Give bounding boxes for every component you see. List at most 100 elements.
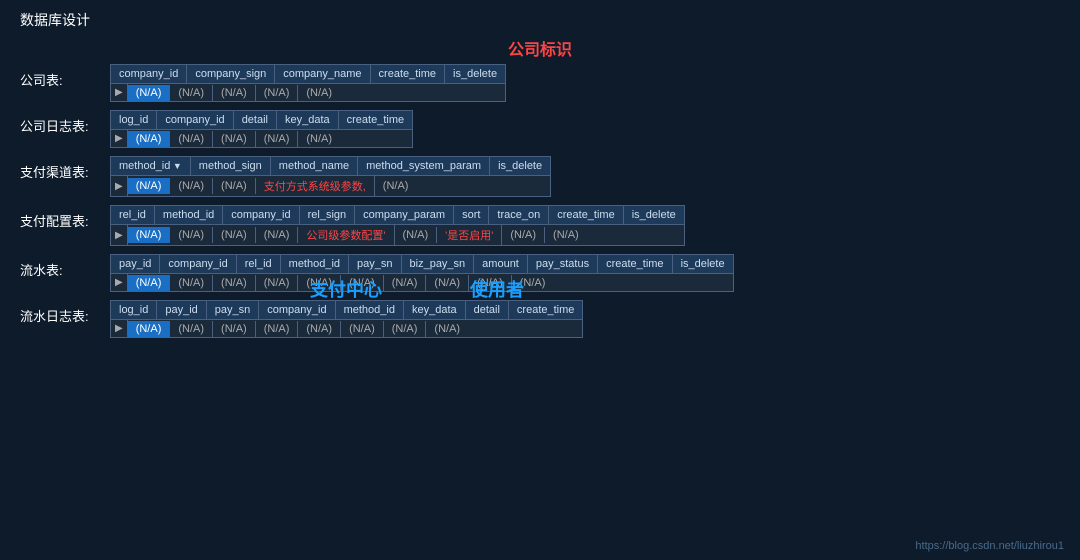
db-table-1: log_idcompany_iddetailkey_datacreate_tim…: [110, 110, 413, 148]
col-cell-4-6: (N/A): [384, 275, 427, 291]
arrow-cell-3: ▶: [111, 225, 128, 245]
col-cell-5-6: (N/A): [384, 321, 427, 337]
col-header-4-8: create_time: [598, 255, 672, 273]
table-row-2: 支付渠道表:method_idmethod_signmethod_namemet…: [20, 156, 1060, 197]
col-cell-4-4: (N/A): [298, 275, 341, 291]
col-header-3-4: company_param: [355, 206, 454, 224]
col-header-0-0: company_id: [111, 65, 187, 83]
col-cell-5-0: (N/A): [128, 321, 171, 337]
col-header-4-1: company_id: [160, 255, 236, 273]
page-title: 数据库设计: [0, 0, 1080, 36]
col-header-0-3: create_time: [371, 65, 445, 83]
col-header-3-7: create_time: [549, 206, 623, 224]
table-row-3: 支付配置表:rel_idmethod_idcompany_idrel_signc…: [20, 205, 1060, 246]
watermark: https://blog.csdn.net/liuzhirou1: [915, 540, 1064, 552]
table-row-4: 流水表:pay_idcompany_idrel_idmethod_idpay_s…: [20, 254, 1060, 292]
col-cell-4-2: (N/A): [213, 275, 256, 291]
col-header-5-7: create_time: [509, 301, 582, 319]
col-header-1-4: create_time: [339, 111, 412, 129]
db-table-3: rel_idmethod_idcompany_idrel_signcompany…: [110, 205, 685, 246]
table-label-2: 支付渠道表:: [20, 156, 110, 181]
col-cell-4-1: (N/A): [170, 275, 213, 291]
col-cell-0-2: (N/A): [213, 85, 256, 101]
col-header-1-2: detail: [234, 111, 277, 129]
col-cell-1-1: (N/A): [170, 131, 213, 147]
col-cell-5-2: (N/A): [213, 321, 256, 337]
col-header-4-4: pay_sn: [349, 255, 401, 273]
col-header-4-5: biz_pay_sn: [402, 255, 475, 273]
arrow-cell-4: ▶: [111, 274, 128, 291]
col-cell-3-4: 公司级参数配置': [298, 225, 394, 245]
table-row-0: 公司表:company_idcompany_signcompany_namecr…: [20, 64, 1060, 102]
col-cell-4-7: (N/A): [426, 275, 469, 291]
col-header-4-6: amount: [474, 255, 528, 273]
col-header-1-1: company_id: [157, 111, 233, 129]
table-label-5: 流水日志表:: [20, 300, 110, 325]
db-table-5: log_idpay_idpay_sncompany_idmethod_idkey…: [110, 300, 583, 338]
col-header-2-0: method_id: [111, 157, 191, 175]
col-header-3-2: company_id: [223, 206, 299, 224]
main-content: 公司表:company_idcompany_signcompany_namecr…: [0, 64, 1080, 338]
col-header-5-1: pay_id: [157, 301, 206, 319]
db-table-0: company_idcompany_signcompany_namecreate…: [110, 64, 506, 102]
col-header-1-0: log_id: [111, 111, 157, 129]
arrow-cell-5: ▶: [111, 320, 128, 337]
col-cell-3-0: (N/A): [128, 227, 171, 243]
col-header-3-6: trace_on: [489, 206, 549, 224]
table-row-1: 公司日志表:log_idcompany_iddetailkey_datacrea…: [20, 110, 1060, 148]
col-cell-0-0: (N/A): [128, 85, 171, 101]
col-cell-2-1: (N/A): [170, 178, 213, 194]
col-cell-5-1: (N/A): [170, 321, 213, 337]
col-cell-2-2: (N/A): [213, 178, 256, 194]
table-label-1: 公司日志表:: [20, 110, 110, 135]
table-label-0: 公司表:: [20, 64, 110, 89]
arrow-cell-0: ▶: [111, 84, 128, 101]
arrow-cell-2: ▶: [111, 176, 128, 196]
col-header-5-4: method_id: [336, 301, 404, 319]
col-cell-4-5: (N/A): [341, 275, 384, 291]
col-cell-2-0: (N/A): [128, 178, 171, 194]
col-cell-3-8: (N/A): [545, 227, 587, 243]
col-cell-1-2: (N/A): [213, 131, 256, 147]
col-header-5-2: pay_sn: [207, 301, 259, 319]
col-cell-2-4: (N/A): [375, 178, 417, 194]
col-cell-3-6: '是否启用': [437, 225, 502, 245]
col-cell-5-7: (N/A): [426, 321, 468, 337]
table-label-4: 流水表:: [20, 254, 110, 279]
col-header-3-5: sort: [454, 206, 489, 224]
col-cell-3-1: (N/A): [170, 227, 213, 243]
col-cell-3-2: (N/A): [213, 227, 256, 243]
col-header-3-1: method_id: [155, 206, 223, 224]
col-header-0-4: is_delete: [445, 65, 505, 83]
col-header-4-0: pay_id: [111, 255, 160, 273]
col-cell-0-3: (N/A): [256, 85, 299, 101]
col-cell-4-9: (N/A): [512, 275, 554, 291]
col-cell-4-3: (N/A): [256, 275, 299, 291]
col-header-2-2: method_name: [271, 157, 358, 175]
col-header-1-3: key_data: [277, 111, 339, 129]
col-header-0-1: company_sign: [187, 65, 275, 83]
col-header-2-3: method_system_param: [358, 157, 490, 175]
col-cell-0-1: (N/A): [170, 85, 213, 101]
col-header-4-9: is_delete: [673, 255, 733, 273]
db-table-4: pay_idcompany_idrel_idmethod_idpay_snbiz…: [110, 254, 734, 292]
col-cell-5-5: (N/A): [341, 321, 384, 337]
col-cell-1-3: (N/A): [256, 131, 299, 147]
col-cell-3-7: (N/A): [502, 227, 545, 243]
table-row-5: 流水日志表:log_idpay_idpay_sncompany_idmethod…: [20, 300, 1060, 338]
table-label-3: 支付配置表:: [20, 205, 110, 230]
col-cell-4-0: (N/A): [128, 275, 171, 291]
db-table-2: method_idmethod_signmethod_namemethod_sy…: [110, 156, 551, 197]
col-header-2-1: method_sign: [191, 157, 271, 175]
col-cell-5-4: (N/A): [298, 321, 341, 337]
col-header-5-6: detail: [466, 301, 509, 319]
col-cell-1-0: (N/A): [128, 131, 171, 147]
col-cell-1-4: (N/A): [298, 131, 340, 147]
col-header-0-2: company_name: [275, 65, 370, 83]
center-label: 公司标识: [0, 36, 1080, 60]
col-cell-5-3: (N/A): [256, 321, 299, 337]
col-cell-4-8: (N/A): [469, 275, 512, 291]
col-header-4-3: method_id: [281, 255, 349, 273]
col-header-3-0: rel_id: [111, 206, 155, 224]
col-header-5-3: company_id: [259, 301, 335, 319]
